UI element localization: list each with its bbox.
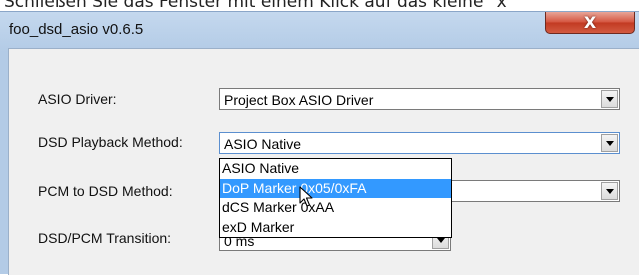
- close-button[interactable]: X: [545, 12, 635, 34]
- title-bar[interactable]: foo_dsd_asio v0.6.5 X: [0, 12, 639, 46]
- asio-driver-label: ASIO Driver:: [38, 91, 117, 107]
- dialog-window: foo_dsd_asio v0.6.5 X ASIO Driver: Proje…: [0, 11, 639, 275]
- dialog-client-area: ASIO Driver: Project Box ASIO Driver DSD…: [8, 48, 639, 275]
- chevron-down-icon: [436, 237, 445, 243]
- dsd-playback-method-label: DSD Playback Method:: [38, 134, 183, 150]
- chevron-down-icon: [605, 140, 614, 146]
- dropdown-option-highlighted[interactable]: DoP Marker 0x05/0xFA: [220, 178, 451, 198]
- dsd-playback-method-value: ASIO Native: [224, 136, 302, 152]
- window-title: foo_dsd_asio v0.6.5: [9, 21, 144, 38]
- dsd-playback-method-select[interactable]: ASIO Native: [219, 132, 620, 154]
- pcm-to-dsd-method-label: PCM to DSD Method:: [38, 183, 173, 199]
- asio-driver-dropdown-button[interactable]: [601, 90, 618, 108]
- dropdown-option[interactable]: dCS Marker 0xAA: [220, 198, 451, 218]
- dropdown-option[interactable]: exD Marker: [220, 218, 451, 238]
- dropdown-option[interactable]: ASIO Native: [220, 159, 451, 179]
- dsd-playback-method-dropdown-button[interactable]: [601, 134, 618, 152]
- asio-driver-select[interactable]: Project Box ASIO Driver: [219, 88, 620, 110]
- dsd-playback-method-dropdown-list: ASIO Native DoP Marker 0x05/0xFA dCS Mar…: [219, 158, 452, 238]
- pcm-to-dsd-method-dropdown-button[interactable]: [601, 182, 618, 200]
- dsd-pcm-transition-label: DSD/PCM Transition:: [38, 230, 172, 246]
- mouse-pointer-icon: [299, 186, 313, 207]
- close-icon: X: [583, 12, 597, 32]
- chevron-down-icon: [605, 96, 614, 102]
- asio-driver-value: Project Box ASIO Driver: [224, 92, 374, 108]
- chevron-down-icon: [605, 188, 614, 194]
